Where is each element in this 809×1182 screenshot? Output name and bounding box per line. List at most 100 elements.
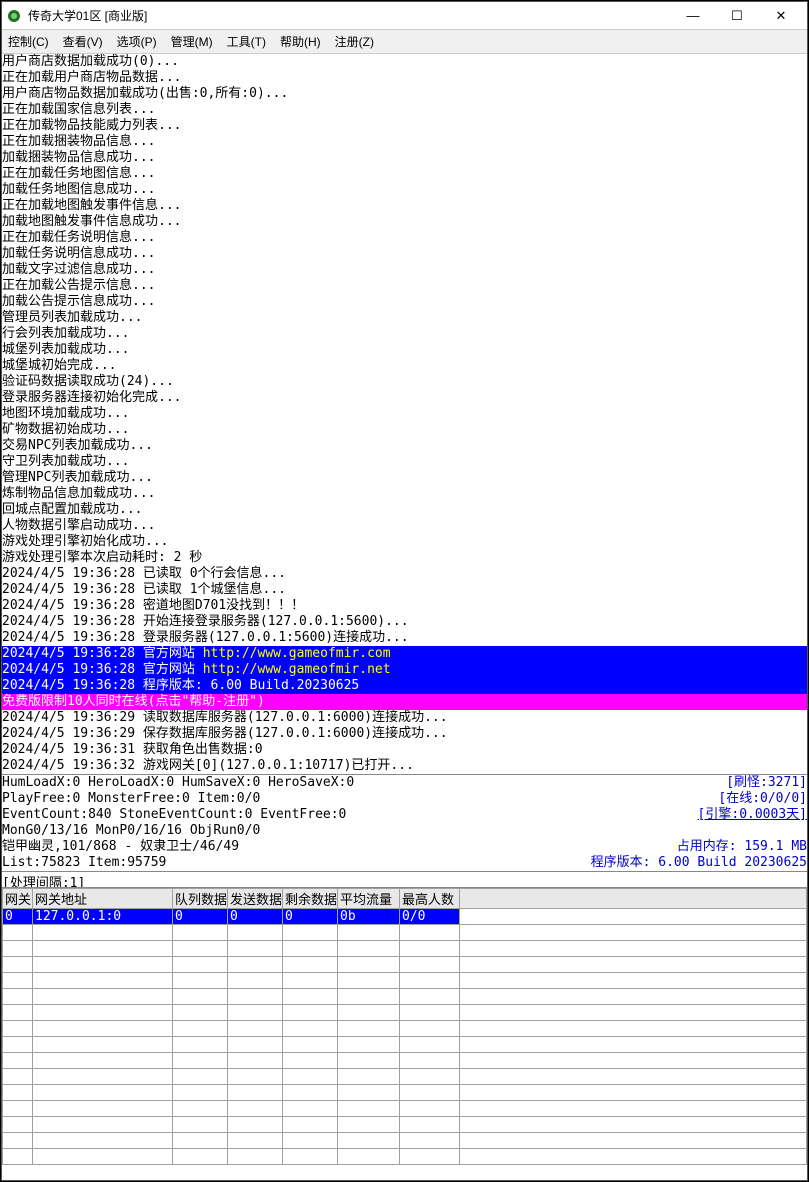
log-line: 2024/4/5 19:36:28 已读取 1个城堡信息... bbox=[2, 582, 807, 598]
table-cell bbox=[33, 1149, 173, 1165]
table-cell bbox=[283, 925, 338, 941]
table-cell bbox=[3, 925, 33, 941]
gateway-table-wrap[interactable]: 网关 网关地址 队列数据 发送数据 剩余数据 平均流量 最高人数 0127.0.… bbox=[2, 887, 807, 1180]
log-line: 交易NPC列表加载成功... bbox=[2, 438, 807, 454]
table-cell bbox=[33, 1133, 173, 1149]
table-cell bbox=[3, 973, 33, 989]
log-panel[interactable]: 用户商店数据加载成功(0)...正在加载用户商店物品数据...用户商店物品数据加… bbox=[2, 54, 807, 774]
col-queue[interactable]: 队列数据 bbox=[173, 889, 228, 909]
table-cell bbox=[400, 1069, 460, 1085]
table-cell bbox=[460, 1085, 807, 1101]
log-line: 城堡列表加载成功... bbox=[2, 342, 807, 358]
table-row[interactable] bbox=[3, 941, 807, 957]
table-row[interactable] bbox=[3, 1037, 807, 1053]
log-line: 地图环境加载成功... bbox=[2, 406, 807, 422]
table-cell bbox=[228, 941, 283, 957]
table-cell bbox=[283, 941, 338, 957]
table-cell bbox=[173, 973, 228, 989]
menu-help[interactable]: 帮助(H) bbox=[280, 33, 321, 50]
table-cell bbox=[173, 1069, 228, 1085]
table-cell bbox=[400, 973, 460, 989]
table-cell bbox=[173, 1005, 228, 1021]
table-cell bbox=[338, 1037, 400, 1053]
menu-tools[interactable]: 工具(T) bbox=[227, 33, 266, 50]
table-cell bbox=[460, 1037, 807, 1053]
log-line: 2024/4/5 19:36:28 已读取 0个行会信息... bbox=[2, 566, 807, 582]
table-cell: 0 bbox=[173, 909, 228, 925]
menu-register[interactable]: 注册(Z) bbox=[335, 33, 374, 50]
table-cell bbox=[3, 1069, 33, 1085]
titlebar[interactable]: 传奇大学01区 [商业版] — ☐ ✕ bbox=[2, 2, 807, 30]
table-cell: 0/0 bbox=[400, 909, 460, 925]
table-row[interactable] bbox=[3, 1149, 807, 1165]
menu-view[interactable]: 查看(V) bbox=[63, 33, 103, 50]
log-line: 管理NPC列表加载成功... bbox=[2, 470, 807, 486]
table-row[interactable] bbox=[3, 1101, 807, 1117]
table-cell bbox=[33, 1021, 173, 1037]
col-address[interactable]: 网关地址 bbox=[33, 889, 173, 909]
table-cell bbox=[283, 1117, 338, 1133]
table-cell bbox=[460, 1021, 807, 1037]
col-avg[interactable]: 平均流量 bbox=[338, 889, 400, 909]
table-cell bbox=[33, 1037, 173, 1053]
col-gateway[interactable]: 网关 bbox=[3, 889, 33, 909]
col-remain[interactable]: 剩余数据 bbox=[283, 889, 338, 909]
table-row[interactable] bbox=[3, 1021, 807, 1037]
table-cell bbox=[228, 957, 283, 973]
log-line: 2024/4/5 19:36:32 游戏网关[0](127.0.0.1:1071… bbox=[2, 758, 807, 774]
table-cell bbox=[283, 1133, 338, 1149]
table-cell bbox=[33, 1117, 173, 1133]
table-cell bbox=[460, 1053, 807, 1069]
table-row[interactable] bbox=[3, 1005, 807, 1021]
table-row[interactable] bbox=[3, 1085, 807, 1101]
table-cell bbox=[228, 1133, 283, 1149]
table-cell bbox=[228, 1101, 283, 1117]
table-cell bbox=[228, 1005, 283, 1021]
stat-monsters: [刷怪:3271] bbox=[726, 775, 807, 791]
table-row[interactable]: 0127.0.0.1:00000b0/0 bbox=[3, 909, 807, 925]
table-row[interactable] bbox=[3, 925, 807, 941]
table-cell bbox=[3, 1037, 33, 1053]
table-cell bbox=[33, 1085, 173, 1101]
stat-engine-days[interactable]: [引擎:0.0003天] bbox=[698, 807, 807, 823]
table-row[interactable] bbox=[3, 1117, 807, 1133]
table-cell: 0 bbox=[283, 909, 338, 925]
col-max[interactable]: 最高人数 bbox=[400, 889, 460, 909]
table-cell bbox=[3, 1133, 33, 1149]
stat-eventcount: EventCount:840 StoneEventCount:0 EventFr… bbox=[2, 807, 346, 823]
table-cell bbox=[173, 957, 228, 973]
table-cell bbox=[3, 1117, 33, 1133]
stat-online: [在线:0/0/0] bbox=[718, 791, 807, 807]
close-button[interactable]: ✕ bbox=[759, 3, 803, 29]
menu-control[interactable]: 控制(C) bbox=[8, 33, 49, 50]
stats-panel: HumLoadX:0 HeroLoadX:0 HumSaveX:0 HeroSa… bbox=[2, 774, 807, 871]
table-cell bbox=[460, 1101, 807, 1117]
table-row[interactable] bbox=[3, 1133, 807, 1149]
log-line: 人物数据引擎启动成功... bbox=[2, 518, 807, 534]
table-cell: 0 bbox=[3, 909, 33, 925]
table-cell bbox=[338, 1085, 400, 1101]
table-row[interactable] bbox=[3, 973, 807, 989]
log-line: 炼制物品信息加载成功... bbox=[2, 486, 807, 502]
log-line: 2024/4/5 19:36:28 密道地图D701没找到！！！ bbox=[2, 598, 807, 614]
log-line: 行会列表加载成功... bbox=[2, 326, 807, 342]
main-window: 传奇大学01区 [商业版] — ☐ ✕ 控制(C) 查看(V) 选项(P) 管理… bbox=[1, 1, 808, 1181]
maximize-button[interactable]: ☐ bbox=[715, 3, 759, 29]
menu-options[interactable]: 选项(P) bbox=[117, 33, 157, 50]
table-row[interactable] bbox=[3, 1069, 807, 1085]
table-row[interactable] bbox=[3, 989, 807, 1005]
log-line: 2024/4/5 19:36:28 开始连接登录服务器(127.0.0.1:56… bbox=[2, 614, 807, 630]
table-row[interactable] bbox=[3, 957, 807, 973]
log-line: 回城点配置加载成功... bbox=[2, 502, 807, 518]
table-cell bbox=[33, 941, 173, 957]
table-row[interactable] bbox=[3, 1053, 807, 1069]
minimize-button[interactable]: — bbox=[671, 3, 715, 29]
table-cell bbox=[33, 973, 173, 989]
table-cell bbox=[3, 1149, 33, 1165]
log-line: 2024/4/5 19:36:28 官方网站 http://www.gameof… bbox=[2, 646, 807, 662]
menu-manage[interactable]: 管理(M) bbox=[171, 33, 213, 50]
log-line: 加载捆装物品信息成功... bbox=[2, 150, 807, 166]
log-line: 2024/4/5 19:36:28 官方网站 http://www.gameof… bbox=[2, 662, 807, 678]
log-line: 游戏处理引擎初始化成功... bbox=[2, 534, 807, 550]
col-send[interactable]: 发送数据 bbox=[228, 889, 283, 909]
